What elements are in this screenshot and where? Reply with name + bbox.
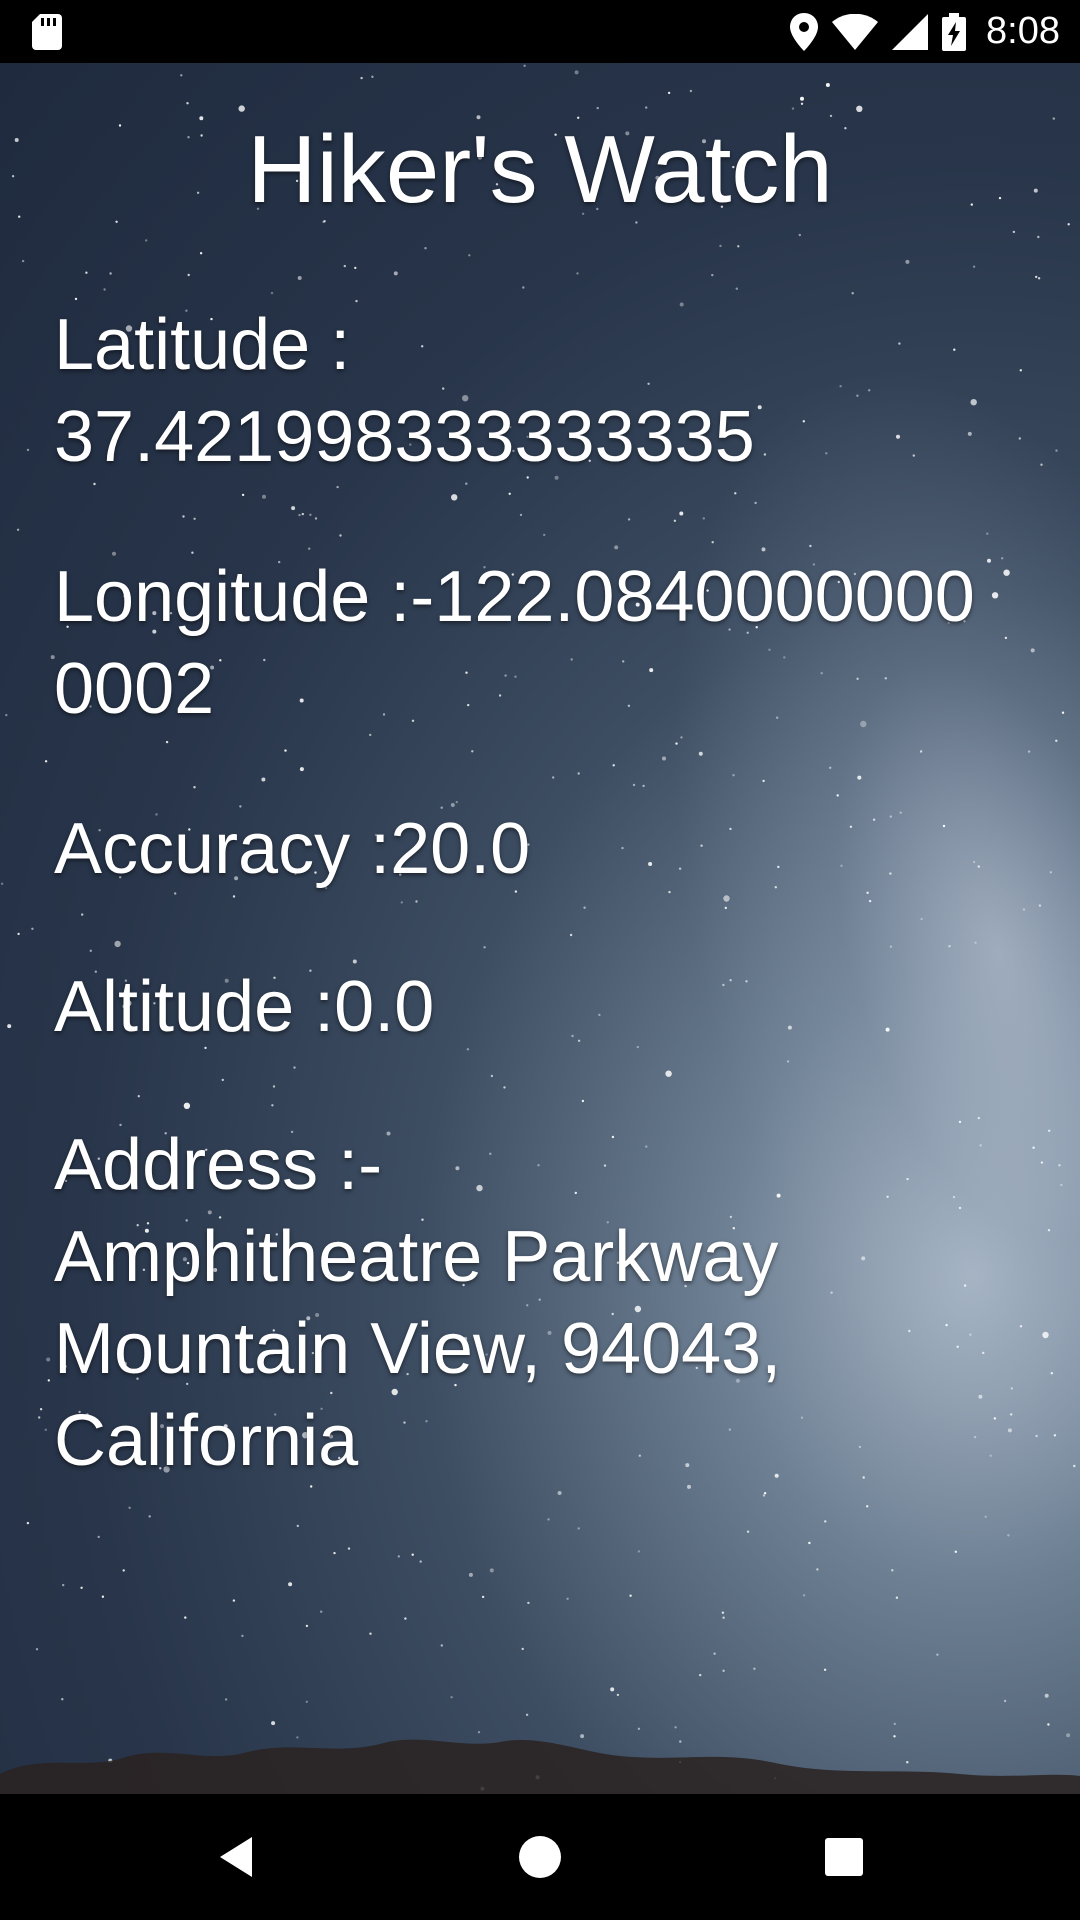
- recents-icon[interactable]: [814, 1827, 874, 1887]
- main-content: Hiker's Watch Latitude : 37.421998333333…: [0, 63, 1080, 1794]
- status-icons: 8:08: [790, 0, 1060, 63]
- battery-charging-icon: [942, 12, 967, 51]
- address-label: Address :-: [54, 1125, 383, 1205]
- address-line-1: Amphitheatre Parkway: [54, 1217, 779, 1297]
- sd-card-icon: [32, 14, 62, 50]
- location-icon: [790, 12, 819, 51]
- latitude-value: 37.421998333333335: [54, 397, 755, 477]
- address-line-2: Mountain View, 94043,: [54, 1309, 782, 1389]
- wifi-icon: [832, 13, 879, 50]
- status-bar: 8:08: [0, 0, 1080, 63]
- address-text: Address :- Amphitheatre Parkway Mountain…: [54, 1119, 1064, 1487]
- accuracy-text: Accuracy :20.0: [54, 803, 1064, 895]
- status-time: 8:08: [986, 10, 1060, 52]
- tree-horizon: [0, 1739, 1080, 1794]
- back-icon[interactable]: [206, 1827, 266, 1887]
- screen: 8:08 Hiker's Watch Latitude : 37.4219983…: [0, 0, 1080, 1920]
- altitude-text: Altitude :0.0: [54, 961, 1064, 1053]
- home-icon[interactable]: [510, 1827, 570, 1887]
- altitude-line: Altitude :0.0: [54, 967, 435, 1047]
- app-title: Hiker's Watch: [247, 116, 833, 223]
- address-line-3: California: [54, 1401, 359, 1481]
- latitude-text: Latitude : 37.421998333333335: [54, 299, 1064, 483]
- latitude-label: Latitude :: [54, 305, 351, 385]
- longitude-text: Longitude :-122.0840000000 0002: [54, 551, 1064, 735]
- signal-icon: [892, 13, 929, 50]
- accuracy-line: Accuracy :20.0: [54, 809, 531, 889]
- navigation-bar: [0, 1794, 1080, 1920]
- longitude-line-wrap: 0002: [54, 649, 215, 729]
- longitude-line: Longitude :-122.0840000000: [54, 557, 975, 637]
